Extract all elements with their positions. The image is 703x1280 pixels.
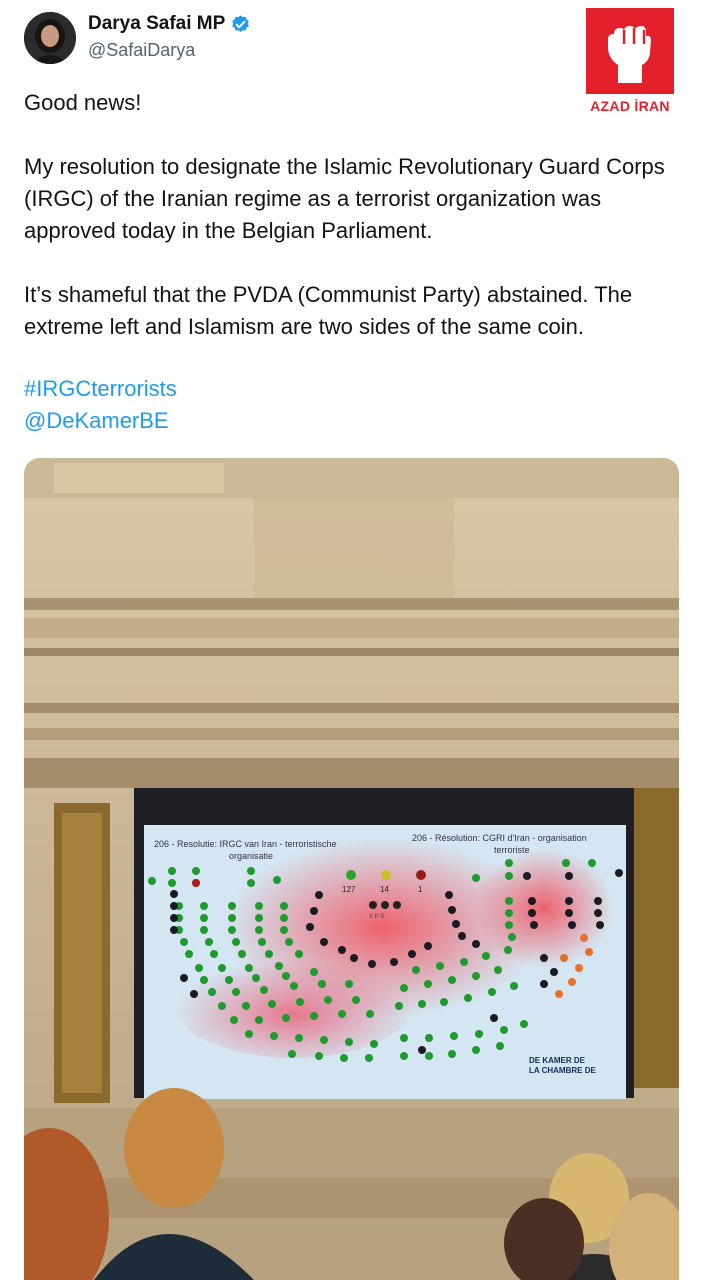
screen-title-nl: 206 - Resolutie: IRGC van Iran - terrori…: [154, 839, 337, 849]
count-abstain: 14: [380, 885, 389, 894]
party-label: S P S: [369, 914, 384, 920]
author-handle[interactable]: @SafaiDarya: [88, 40, 195, 61]
parliament-photo: 206 - Resolutie: IRGC van Iran - terrori…: [24, 458, 679, 1280]
verified-badge-icon: [232, 14, 250, 32]
tweet-text: Good news! My resolution to designate th…: [24, 87, 684, 437]
tweet-photo[interactable]: 206 - Resolutie: IRGC van Iran - terrori…: [24, 458, 679, 1280]
svg-text:organisatie: organisatie: [229, 851, 273, 861]
svg-text:terroriste: terroriste: [494, 845, 530, 855]
raised-fist-icon: [608, 26, 651, 83]
tweet-line-1: Good news!: [24, 90, 142, 115]
screen-title-fr: 206 - Résolution: CGRI d'Iran - organisa…: [412, 833, 587, 843]
display-name[interactable]: Darya Safai MP: [88, 13, 225, 35]
screen-logo-line1: DE KAMER DE: [529, 1056, 586, 1065]
screen-logo-line2: LA CHAMBRE DE: [529, 1066, 596, 1075]
count-yes: 127: [342, 885, 356, 894]
mention-link[interactable]: @DeKamerBE: [24, 405, 684, 437]
tweet-paragraph-2: It’s shameful that the PVDA (Communist P…: [24, 282, 633, 339]
author-name-row[interactable]: Darya Safai MP: [88, 13, 251, 35]
tweet-paragraph-1: My resolution to designate the Islamic R…: [24, 154, 665, 243]
count-no: 1: [418, 885, 423, 894]
person-avatar: [24, 12, 76, 64]
hashtag-link[interactable]: #IRGCterrorists: [24, 373, 684, 405]
avatar[interactable]: [24, 12, 76, 64]
